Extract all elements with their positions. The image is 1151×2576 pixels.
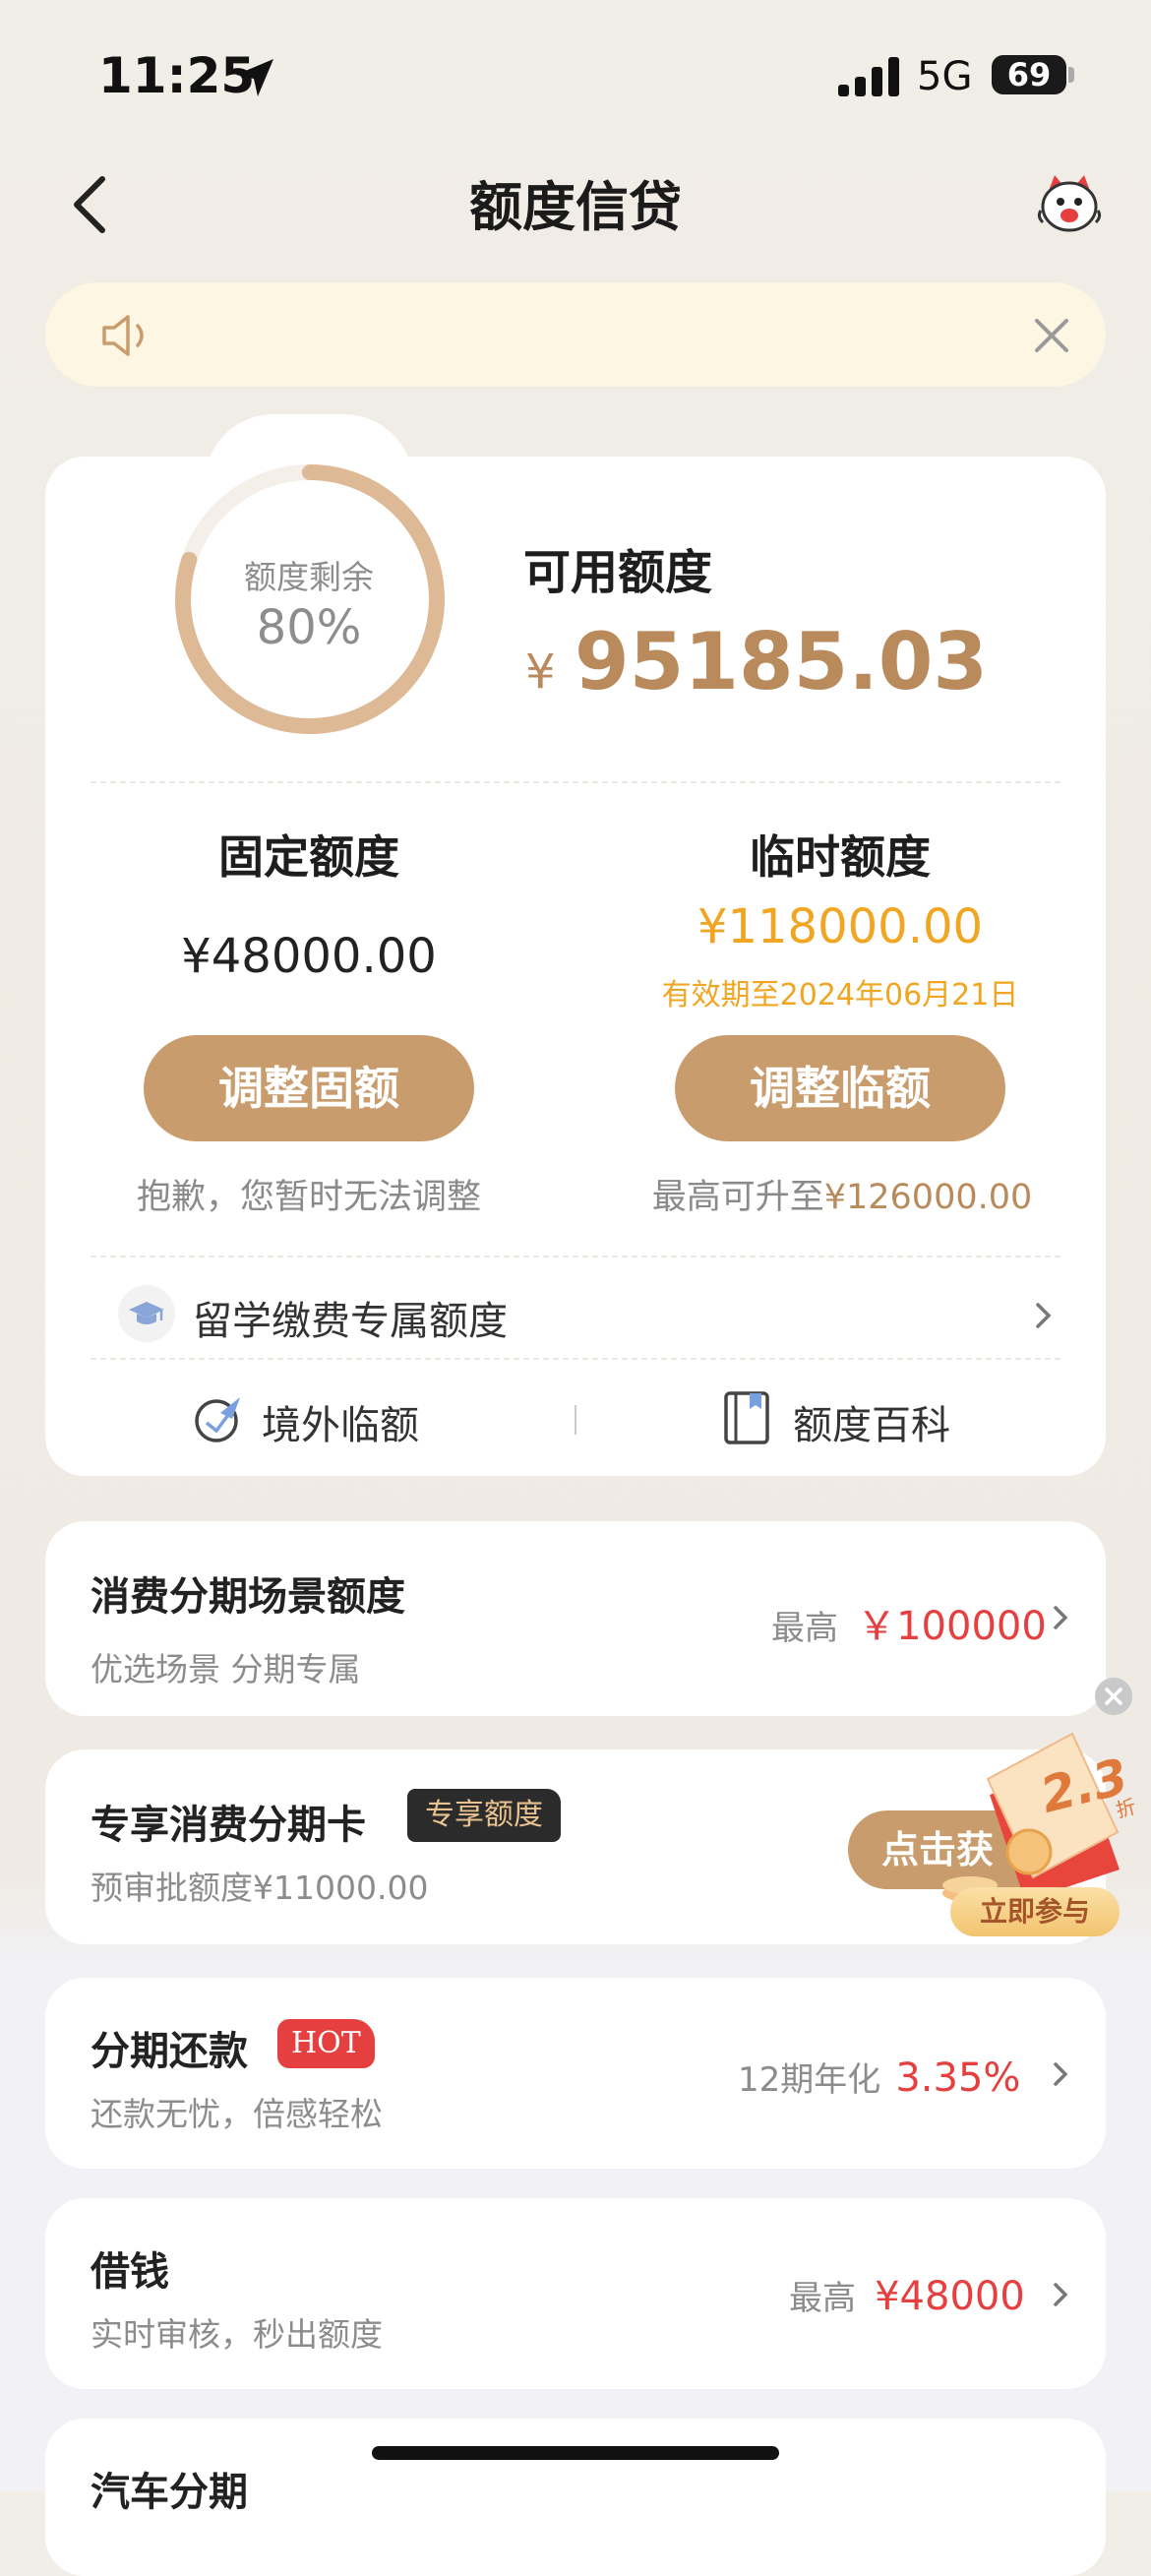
installment-row-subtitle: 还款无忧，倍感轻松 bbox=[91, 2095, 383, 2133]
chevron-right-icon bbox=[1054, 2283, 1068, 2306]
temp-note-prefix: 最高可升至 bbox=[651, 1178, 824, 1217]
available-amount: 95185.03 bbox=[575, 616, 989, 707]
hot-badge: HOT bbox=[277, 2019, 375, 2068]
borrow-row-right: 最高 ¥48000 bbox=[789, 2271, 1025, 2319]
speaker-icon bbox=[102, 315, 144, 356]
study-abroad-label: 留学缴费专属额度 bbox=[193, 1299, 508, 1344]
notice-bar bbox=[45, 282, 1106, 387]
graduation-cap-icon bbox=[118, 1285, 175, 1342]
divider bbox=[91, 1358, 1060, 1360]
fixed-credit-note: 抱歉，您暂时无法调整 bbox=[136, 1178, 481, 1217]
consumer-row-title: 消费分期场景额度 bbox=[91, 1574, 405, 1620]
battery-tip bbox=[1068, 67, 1074, 83]
fixed-credit-amount: ¥48000.00 bbox=[181, 929, 437, 984]
card-row-title: 专享消费分期卡 bbox=[91, 1803, 366, 1848]
ring-percent: 80% bbox=[256, 600, 362, 655]
close-promo-icon[interactable] bbox=[1094, 1677, 1133, 1716]
cellular-signal-icon bbox=[838, 57, 899, 96]
installment-right-label: 12期年化 bbox=[738, 2060, 881, 2100]
remaining-ring bbox=[175, 464, 445, 734]
temp-note-amount: ¥126000.00 bbox=[823, 1178, 1033, 1217]
borrow-right-label: 最高 bbox=[789, 2279, 856, 2318]
ring-label: 额度剩余 bbox=[244, 558, 374, 596]
borrow-right-value: ¥48000 bbox=[875, 2274, 1025, 2319]
temp-credit-amount: ¥118000.00 bbox=[697, 899, 984, 954]
join-now-button[interactable]: 立即参与 bbox=[950, 1887, 1120, 1936]
link-separator bbox=[575, 1405, 576, 1435]
borrow-row-title: 借钱 bbox=[91, 2249, 169, 2295]
home-indicator bbox=[372, 2446, 779, 2460]
temp-credit-note: 最高可升至¥126000.00 bbox=[610, 1169, 1074, 1219]
borrow-row-subtitle: 实时审核，秒出额度 bbox=[91, 2315, 383, 2354]
globe-plane-icon bbox=[195, 1397, 240, 1442]
close-notice-icon[interactable] bbox=[1031, 315, 1072, 356]
fixed-credit-label: 固定额度 bbox=[218, 830, 399, 884]
network-type: 5G bbox=[917, 54, 973, 99]
book-icon bbox=[724, 1391, 769, 1444]
overseas-credit-label: 境外临额 bbox=[262, 1403, 419, 1448]
consumer-row-right: 最高 ￥100000 bbox=[771, 1594, 1047, 1651]
adjust-temp-button[interactable]: 调整临额 bbox=[675, 1035, 1005, 1141]
battery-icon: 69 bbox=[992, 55, 1066, 94]
consumer-row-subtitle: 优选场景 分期专属 bbox=[91, 1650, 361, 1688]
chevron-right-icon bbox=[1036, 1303, 1052, 1328]
auto-row-title: 汽车分期 bbox=[91, 2470, 248, 2515]
page-title: 额度信贷 bbox=[469, 176, 682, 238]
divider bbox=[91, 781, 1060, 783]
installment-right-value: 3.35% bbox=[895, 2055, 1021, 2101]
consumer-right-label: 最高 bbox=[771, 1609, 838, 1648]
temp-credit-validity: 有效期至2024年06月21日 bbox=[661, 978, 1019, 1012]
credit-wiki-label: 额度百科 bbox=[793, 1403, 950, 1448]
temp-credit-label: 临时额度 bbox=[750, 830, 931, 884]
card-row-subtitle: 预审批额度¥11000.00 bbox=[91, 1869, 429, 1907]
installment-row-title: 分期还款 bbox=[91, 2029, 248, 2074]
divider bbox=[91, 1256, 1060, 1257]
exclusive-credit-badge: 专享额度 bbox=[407, 1789, 561, 1842]
chevron-right-icon bbox=[1054, 1606, 1068, 1629]
chevron-right-icon bbox=[1054, 2062, 1068, 2086]
location-arrow-icon bbox=[236, 59, 273, 96]
consumer-right-value: ￥100000 bbox=[857, 1604, 1047, 1649]
available-currency: ¥ bbox=[525, 644, 556, 700]
adjust-fixed-button[interactable]: 调整固额 bbox=[144, 1035, 474, 1141]
mascot-avatar-icon[interactable] bbox=[1035, 171, 1104, 234]
available-label: 可用额度 bbox=[523, 545, 713, 600]
installment-row-right: 12期年化 3.35% bbox=[738, 2053, 1020, 2101]
